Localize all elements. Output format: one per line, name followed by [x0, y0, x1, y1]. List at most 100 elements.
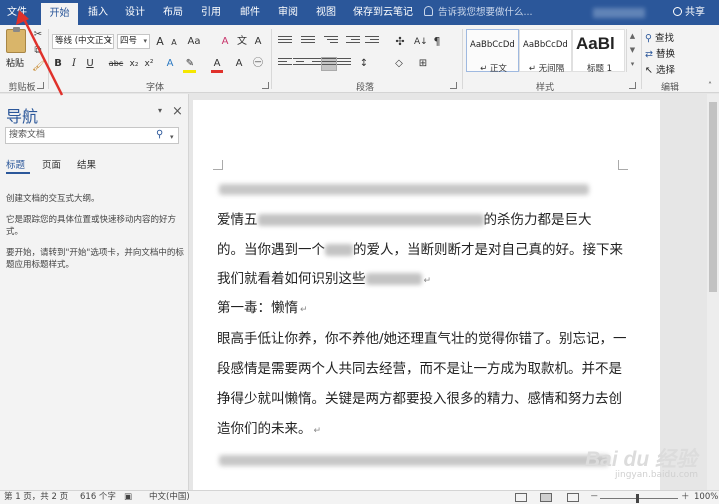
tab-layout[interactable]: 布局 — [158, 0, 188, 25]
doc-heading[interactable]: 第一毒：懒惰 ↵ — [217, 298, 308, 320]
increase-indent-icon[interactable] — [365, 36, 379, 48]
doc-line[interactable]: 我们就看着如何识别这些 ↵ — [217, 269, 431, 291]
superscript-button[interactable]: x² — [143, 57, 155, 71]
doc-line[interactable]: 爱情五 的杀伤力都是巨大 — [217, 210, 592, 230]
tab-design[interactable]: 设计 — [120, 0, 150, 25]
zoom-slider-thumb[interactable] — [636, 494, 639, 503]
search-icon[interactable]: ⚲ — [156, 129, 168, 141]
chevron-down-icon[interactable]: ▼ — [627, 43, 638, 57]
chevron-up-icon[interactable]: ▲ — [627, 29, 638, 43]
phonetic-guide-icon[interactable]: 文 — [236, 35, 248, 49]
replace-button[interactable]: ⇄ 替换 — [645, 46, 675, 60]
tab-insert[interactable]: 插入 — [83, 0, 113, 25]
tell-me-box[interactable]: 告诉我您想要做什么... — [424, 5, 533, 21]
styles-scroller[interactable]: ▲ ▼ ▾ — [626, 29, 638, 72]
shrink-font-button[interactable]: A — [169, 36, 179, 50]
zoom-in-button[interactable]: ＋ — [681, 491, 690, 504]
tab-file[interactable]: 文件 — [2, 0, 32, 25]
text-effects-icon[interactable]: A — [164, 57, 176, 71]
zoom-slider[interactable] — [600, 498, 678, 499]
align-right-icon[interactable] — [307, 58, 321, 70]
web-layout-icon[interactable] — [567, 493, 579, 502]
font-launcher-icon[interactable] — [262, 82, 269, 89]
zoom-out-button[interactable]: － — [590, 491, 599, 504]
font-color-icon[interactable]: A — [211, 57, 223, 71]
paste-icon[interactable] — [6, 27, 26, 53]
format-painter-icon[interactable]: 🖌 — [32, 61, 45, 73]
distributed-icon[interactable] — [337, 58, 351, 70]
style-no-spacing[interactable]: AaBbCcDd ↵ 无间隔 — [519, 29, 572, 74]
borders-icon[interactable]: ⊞ — [416, 57, 430, 71]
multilevel-list-icon[interactable] — [324, 36, 338, 48]
decrease-indent-icon[interactable] — [346, 36, 360, 48]
search-input[interactable]: 搜索文档 — [5, 127, 179, 144]
account-name[interactable] — [593, 8, 645, 18]
copy-icon[interactable]: ⧉ — [32, 45, 44, 57]
subscript-button[interactable]: x₂ — [128, 57, 140, 71]
doc-line[interactable]: 的。当你遇到一个 的爱人，当断则断才是对自己真的好。接下来 — [217, 240, 623, 260]
styles-launcher-icon[interactable] — [629, 82, 636, 89]
font-size-combo[interactable]: 四号 ▾ — [117, 34, 150, 49]
line-spacing-icon[interactable]: ↕ — [357, 57, 371, 71]
justify-icon[interactable] — [321, 57, 337, 71]
nav-tab-headings[interactable]: 标题 — [6, 157, 25, 171]
change-case-button[interactable]: Aa — [186, 35, 202, 49]
print-layout-icon[interactable] — [540, 493, 552, 502]
show-marks-icon[interactable]: ¶ — [432, 35, 442, 49]
bold-button[interactable]: B — [53, 57, 63, 71]
numbering-icon[interactable] — [301, 36, 315, 48]
character-shading-icon[interactable]: A — [233, 57, 245, 71]
italic-button[interactable]: I — [69, 57, 79, 71]
cut-icon[interactable]: ✂ — [32, 29, 44, 41]
paragraph-mark: ↵ — [313, 426, 322, 436]
clear-formatting-button[interactable]: A — [219, 35, 231, 49]
page-count[interactable]: 第 1 页，共 2 页 — [4, 491, 68, 504]
doc-line[interactable]: 眼高手低让你养，你不养他/她还理直气壮的觉得你错了。别忘记，一 — [217, 329, 627, 349]
nav-tab-results[interactable]: 结果 — [77, 157, 96, 171]
doc-line[interactable]: 段感情是需要两个人共同去经营，而不是让一方成为取款机。并不是 — [217, 359, 622, 379]
word-count[interactable]: 616 个字 — [80, 491, 116, 504]
paste-button[interactable]: 粘贴 — [6, 56, 24, 69]
nav-title: 导航 — [6, 107, 39, 126]
zoom-level[interactable]: 100% — [694, 491, 718, 504]
tab-mailings[interactable]: 邮件 — [235, 0, 265, 25]
shading-icon[interactable]: ◇ — [392, 57, 406, 71]
character-border-icon[interactable]: A — [252, 35, 264, 49]
read-mode-icon[interactable] — [515, 493, 527, 502]
scrollbar-thumb[interactable] — [709, 102, 717, 292]
share-button[interactable]: 共享 — [673, 5, 705, 21]
style-heading-1[interactable]: AaBl 标题 1 — [572, 29, 625, 74]
tab-review[interactable]: 审阅 — [273, 0, 303, 25]
tab-save-to-cloud-note[interactable]: 保存到云笔记 — [352, 0, 414, 25]
chevron-down-icon[interactable]: ▾ — [158, 106, 162, 115]
sort-icon[interactable]: A↓ — [414, 35, 428, 49]
align-center-icon[interactable] — [293, 58, 307, 70]
font-name-combo[interactable]: 等线 (中文正文) ▾ — [52, 34, 114, 49]
paragraph-launcher-icon[interactable] — [450, 82, 457, 89]
proofing-icon[interactable]: ▣ — [124, 491, 132, 504]
close-icon[interactable]: × — [172, 104, 183, 119]
align-left-icon[interactable] — [278, 58, 292, 70]
chevron-down-icon[interactable]: ▾ — [170, 133, 174, 141]
tab-home[interactable]: 开始 — [41, 3, 78, 25]
tab-view[interactable]: 视图 — [311, 0, 341, 25]
language[interactable]: 中文(中国) — [149, 491, 190, 504]
highlight-icon[interactable]: ✎ — [183, 57, 197, 71]
style-normal[interactable]: AaBbCcDd ↵ 正文 — [466, 29, 519, 74]
select-button[interactable]: ↖ 选择 — [645, 62, 675, 76]
grow-font-button[interactable]: A — [154, 35, 166, 49]
strikethrough-button[interactable]: abc — [107, 57, 125, 71]
find-button[interactable]: ⚲ 查找 — [645, 30, 674, 44]
doc-line[interactable]: 造你们的未来。 ↵ — [217, 419, 321, 441]
vertical-scrollbar[interactable] — [707, 94, 719, 490]
more-styles-icon[interactable]: ▾ — [627, 57, 638, 71]
doc-line[interactable]: 挣得少就叫懒惰。关键是两方都要投入很多的精力、感情和努力去创 — [217, 389, 622, 409]
tab-references[interactable]: 引用 — [196, 0, 226, 25]
enclose-character-icon[interactable]: ㊀ — [252, 57, 264, 71]
chinese-layout-icon[interactable]: ✣ — [393, 35, 407, 49]
collapse-ribbon-icon[interactable]: ˄ — [704, 80, 716, 92]
nav-tab-pages[interactable]: 页面 — [42, 157, 61, 171]
bullets-icon[interactable] — [278, 36, 292, 48]
underline-button[interactable]: U — [85, 57, 95, 71]
clipboard-launcher-icon[interactable] — [37, 82, 44, 89]
